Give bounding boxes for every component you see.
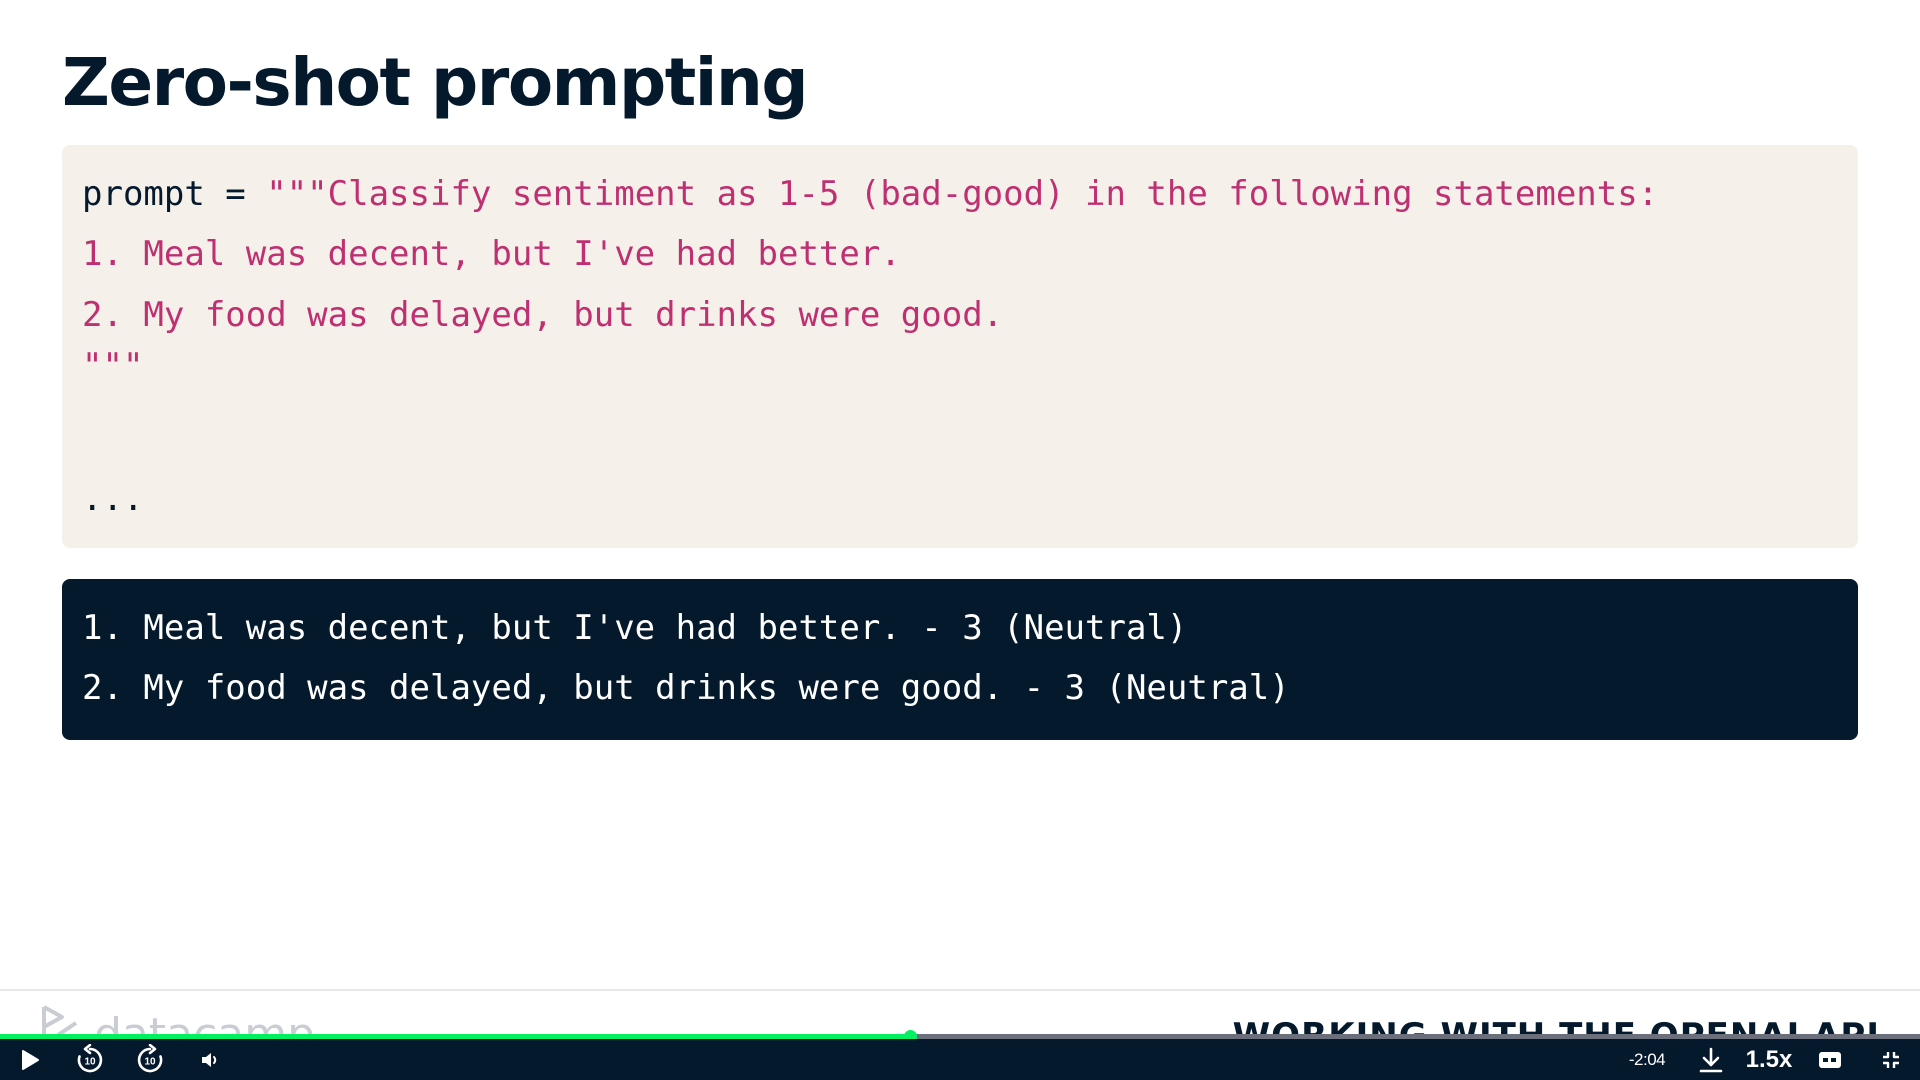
rewind-10-label: 10: [84, 1056, 96, 1067]
captions-button[interactable]: [1814, 1039, 1846, 1080]
time-remaining: -2:04: [1622, 1039, 1672, 1080]
exit-fullscreen-icon: [1883, 1051, 1899, 1068]
forward-10-label: 10: [144, 1056, 156, 1067]
code-line-4: """: [82, 346, 144, 386]
code-line-1: prompt = """Classify sentiment as 1-5 (b…: [82, 173, 1658, 215]
volume-icon: [202, 1052, 217, 1067]
code-line-3: 2. My food was delayed, but drinks were …: [82, 295, 1004, 335]
playback-speed-label: 1.5x: [1745, 1045, 1793, 1073]
volume-button[interactable]: [196, 1039, 226, 1080]
code-line-ellipsis: ...: [82, 479, 144, 519]
forward-10-icon: 10: [137, 1043, 163, 1072]
forward-10-button[interactable]: 10: [132, 1039, 168, 1080]
exit-fullscreen-button[interactable]: [1876, 1039, 1906, 1080]
output-block: 1. Meal was decent, but I've had better.…: [62, 579, 1858, 740]
slide-title: Zero-shot prompting: [62, 44, 809, 121]
code-assignment: prompt =: [82, 174, 267, 214]
time-remaining-label: -2:04: [1628, 1049, 1666, 1069]
play-icon: [22, 1049, 39, 1070]
code-line-2: 1. Meal was decent, but I've had better.: [82, 234, 901, 274]
code-block: prompt = """Classify sentiment as 1-5 (b…: [62, 145, 1858, 548]
download-icon: [1699, 1047, 1723, 1072]
footer-divider: [0, 989, 1920, 991]
play-button[interactable]: [14, 1039, 46, 1080]
rewind-10-icon: 10: [77, 1043, 103, 1072]
output-line-1: 1. Meal was decent, but I've had better.…: [82, 608, 1188, 648]
output-line-2: 2. My food was delayed, but drinks were …: [82, 668, 1290, 708]
player-controls: 10 10 -2:04 1.5x: [0, 1039, 1920, 1080]
rewind-10-button[interactable]: 10: [72, 1039, 108, 1080]
playback-speed-button[interactable]: 1.5x: [1742, 1039, 1796, 1080]
captions-icon: [1819, 1051, 1841, 1068]
code-string-open: """Classify sentiment as 1-5 (bad-good) …: [266, 174, 1659, 214]
download-button[interactable]: [1694, 1039, 1728, 1080]
